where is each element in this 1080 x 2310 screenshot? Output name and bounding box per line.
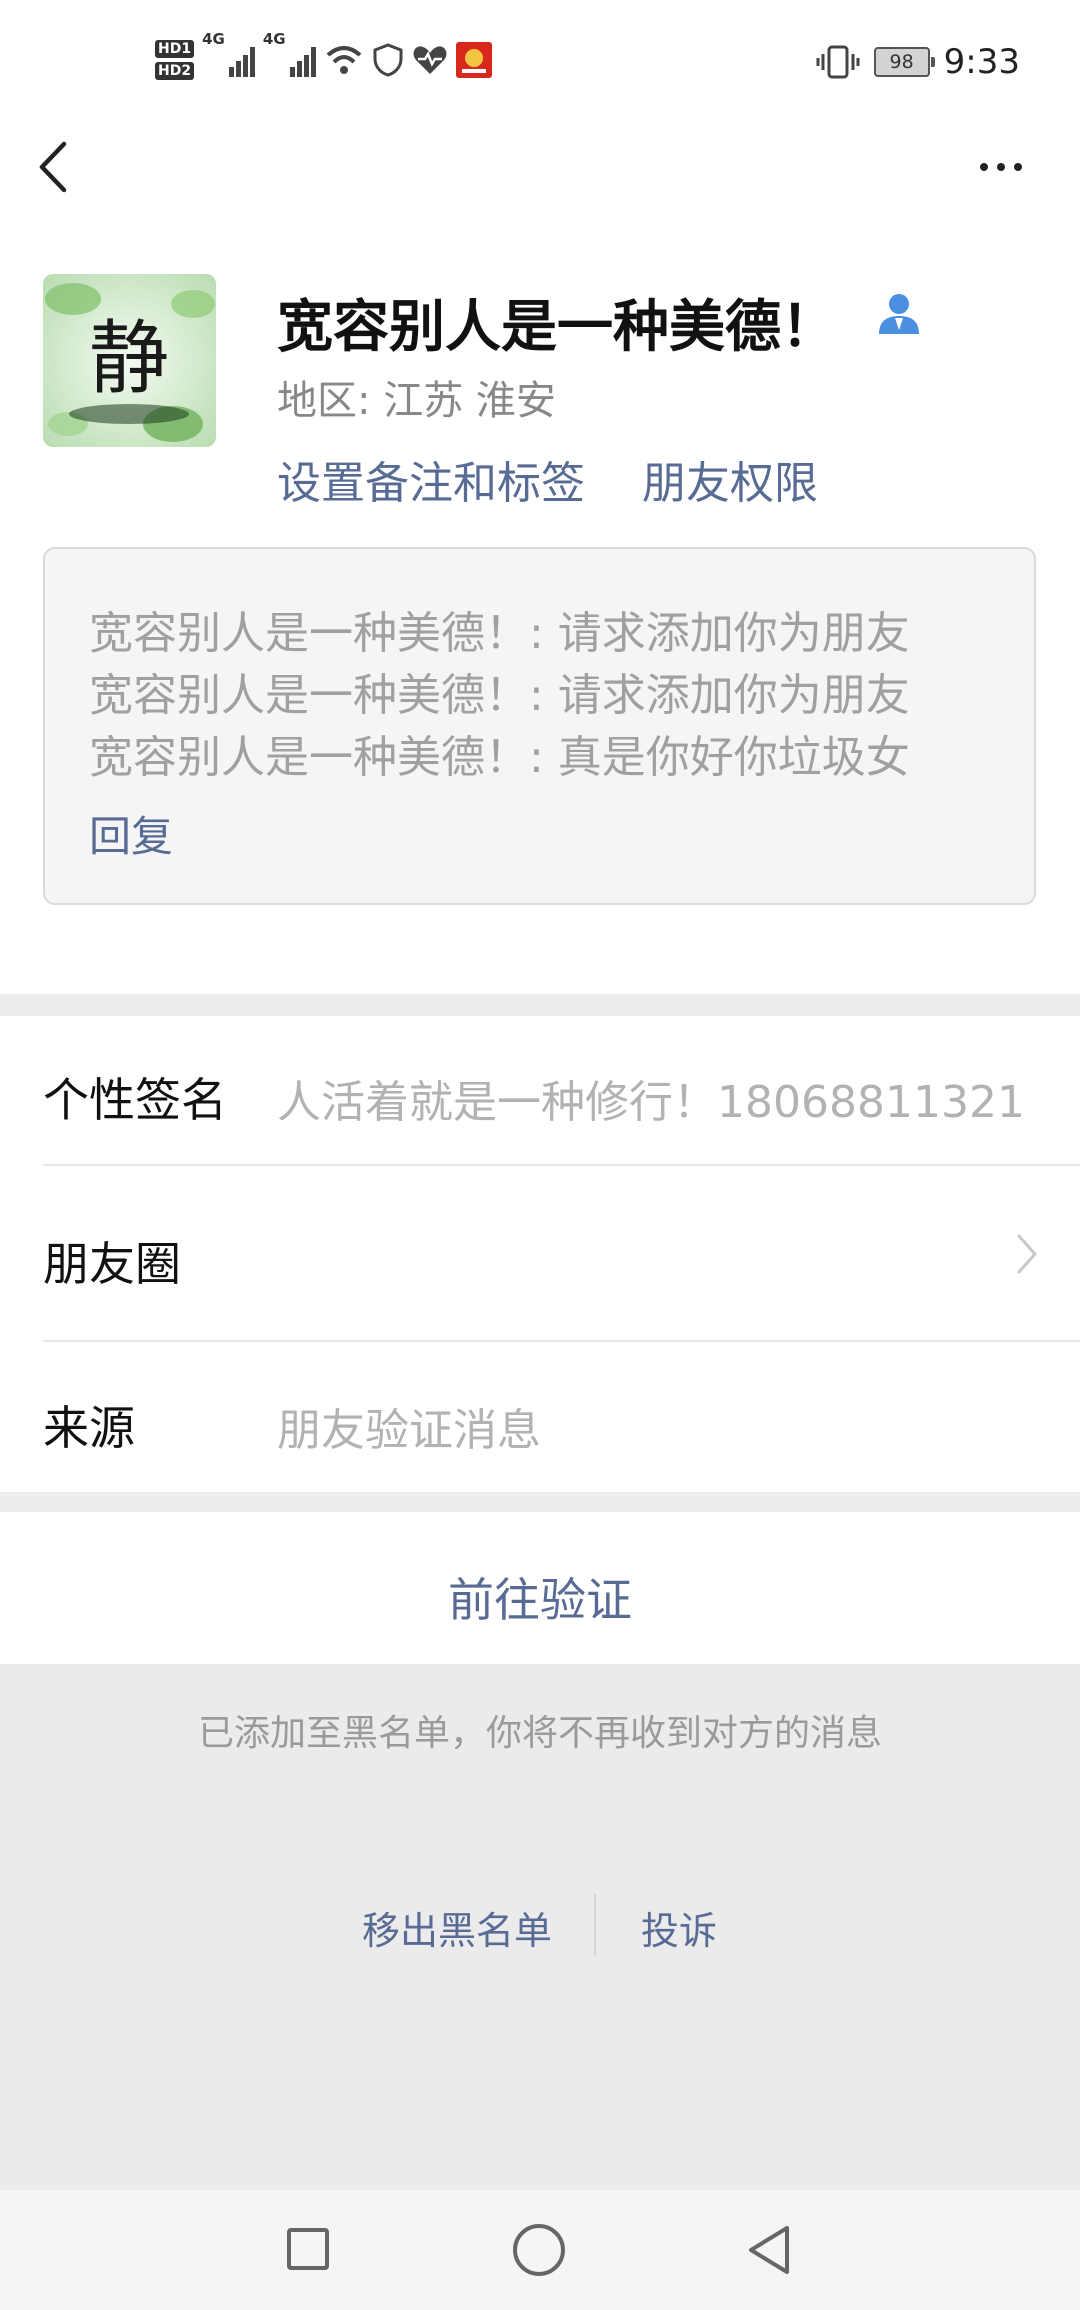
hd-badges: HD1 HD2 [155,40,195,80]
profile-name: 宽容别人是一种美德！ [277,295,837,360]
recent-apps-square-icon[interactable] [287,2228,329,2270]
remove-from-blacklist-link[interactable]: 移出黑名单 [362,1900,552,1955]
source-value: 朋友验证消息 [277,1405,541,1456]
section-separator [0,994,1080,1016]
shield-icon [373,43,403,77]
signal-icon-2 [289,43,316,77]
message-line: 宽容别人是一种美德！: 请求添加你为朋友 [89,608,910,659]
profile-region: 地区: 江苏 淮安 [277,378,556,424]
chevron-right-icon [1017,1234,1037,1274]
hd-badge-2: HD2 [155,62,195,80]
set-remark-link[interactable]: 设置备注和标签 [277,447,585,511]
go-verify-label: 前往验证 [448,1573,632,1627]
more-options-icon[interactable] [980,150,1030,184]
battery-indicator: 98 [873,47,935,77]
signature-value: 人活着就是一种修行！18068811321 [277,1077,1025,1128]
go-verify-button[interactable]: 前往验证 [0,1512,1080,1664]
vibrate-icon [816,45,860,79]
signature-label: 个性签名 [43,1073,227,1127]
blacklist-notice: 已添加至黑名单，你将不再收到对方的消息 [197,1713,882,1754]
message-line: 宽容别人是一种美德！: 真是你好你垃圾女 [89,732,910,783]
source-label: 来源 [43,1401,135,1455]
avatar-image: 静 [43,274,216,447]
signal-icon [228,43,255,77]
back-chevron-left-icon[interactable] [34,138,74,196]
blacklist-area: 已添加至黑名单，你将不再收到对方的消息 移出黑名单 投诉 [0,1664,1080,2190]
network-label-2: 4G [262,30,286,48]
reply-link[interactable]: 回复 [89,803,173,864]
status-right: 98 9:33 [816,34,1020,90]
avatar[interactable]: 静 [43,274,216,447]
moments-label: 朋友圈 [43,1237,181,1291]
report-link[interactable]: 投诉 [641,1900,717,1955]
status-left: HD1 HD2 4G 4G [155,30,492,90]
contact-person-icon [879,294,919,334]
message-line: 宽容别人是一种美德！: 请求添加你为朋友 [89,670,910,721]
action-divider [594,1894,596,1956]
wifi-icon [326,46,361,74]
app-notification-icon [455,42,492,78]
row-divider [43,1340,1080,1342]
verification-messages-box: 宽容别人是一种美德！: 请求添加你为朋友 宽容别人是一种美德！: 请求添加你为朋… [43,547,1036,905]
avatar-text: 静 [89,312,169,405]
status-time: 9:33 [943,42,1020,82]
home-circle-icon[interactable] [513,2224,565,2276]
network-label-1: 4G [202,30,225,48]
friend-permission-link[interactable]: 朋友权限 [642,447,818,511]
hd-badge-1: HD1 [155,40,195,58]
heart-icon [413,46,447,74]
back-triangle-icon[interactable] [745,2224,793,2276]
status-bar: HD1 HD2 4G 4G 98 9:33 [0,0,1080,120]
section-separator [0,1492,1080,1512]
system-nav-bar [0,2190,1080,2310]
